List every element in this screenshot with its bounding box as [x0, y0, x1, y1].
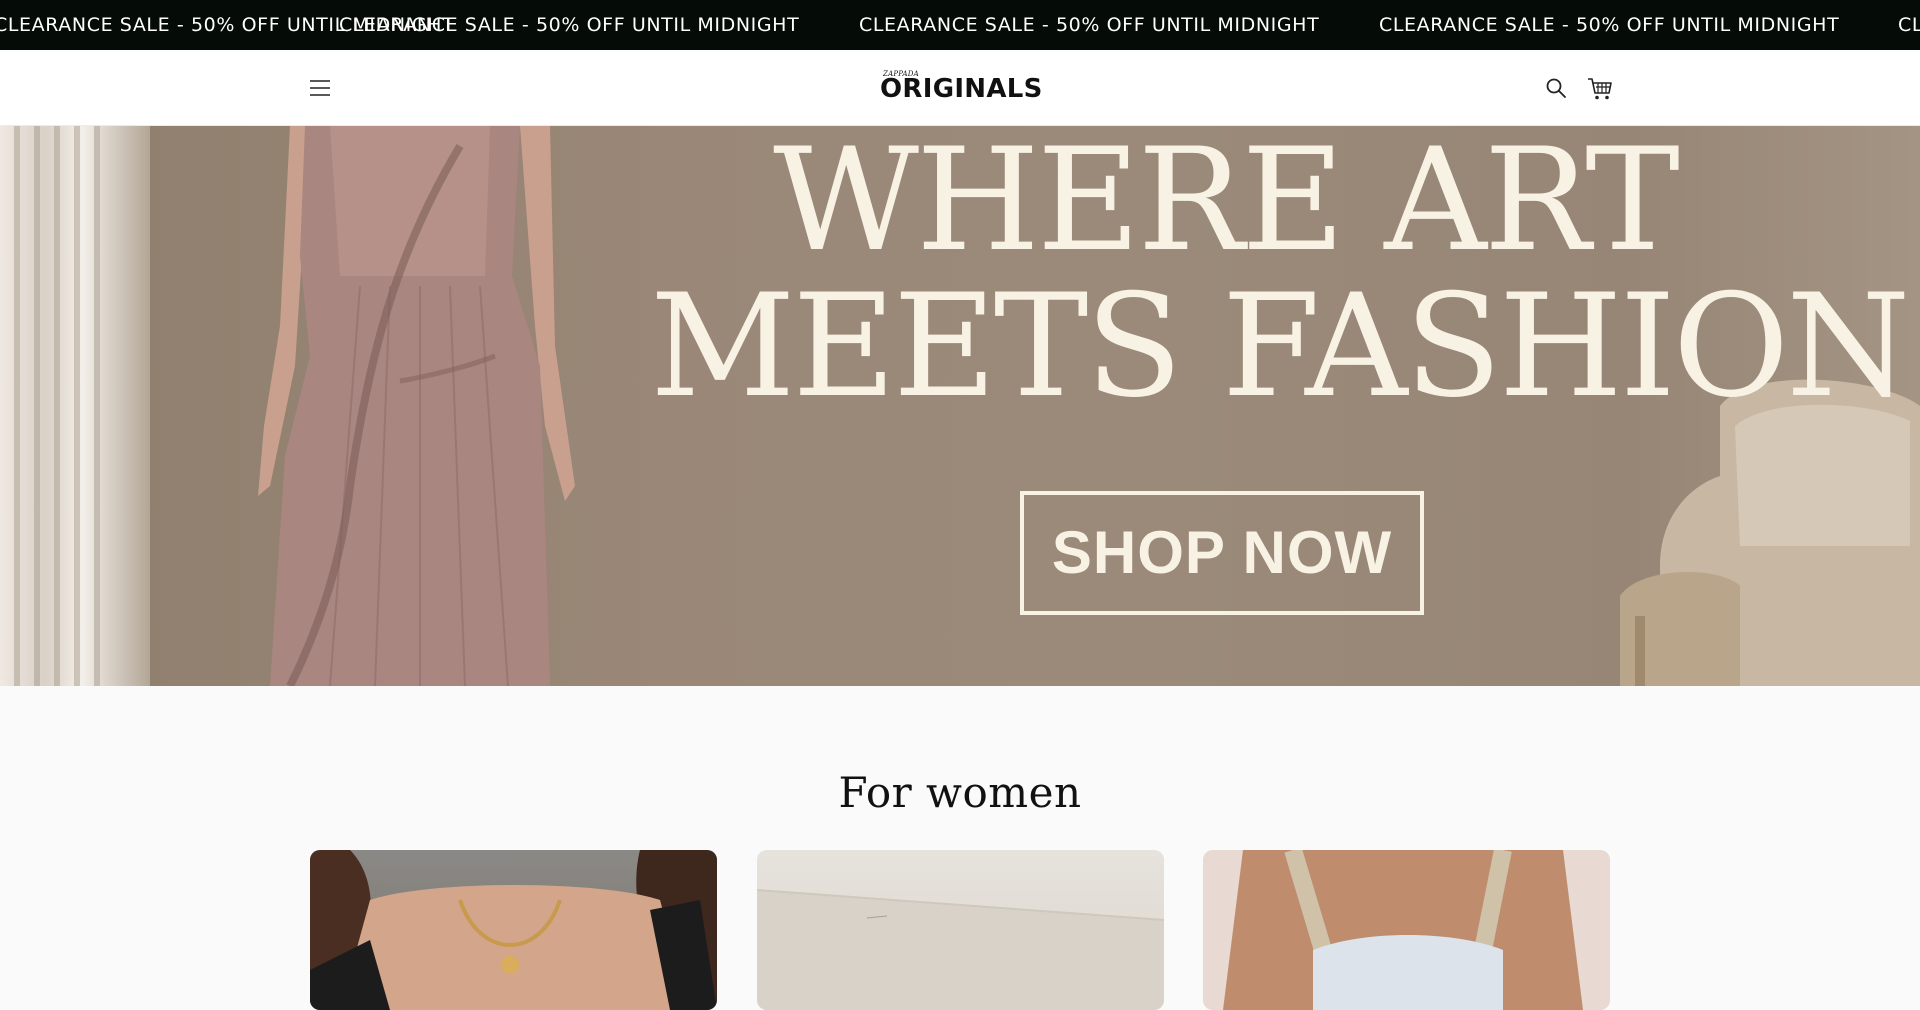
hero-banner[interactable]: WHERE ART MEETS FASHION SHOP NOW	[0, 126, 1920, 686]
hero-headline-line2: MEETS FASHION	[650, 264, 1910, 429]
collection-card-necklace[interactable]	[310, 850, 717, 1010]
site-logo[interactable]: ZAPPADA ORIGINALS	[880, 64, 1042, 112]
announcement-message: CLEARANCE SALE - 50% OFF UNTIL MIDNIGHT	[859, 14, 1320, 36]
hero-column-decoration	[0, 126, 150, 686]
collection-card-bra[interactable]	[1203, 850, 1610, 1010]
hero-model-dress-image	[258, 126, 575, 686]
shop-now-button[interactable]: SHOP NOW	[1020, 491, 1424, 615]
product-image	[1203, 850, 1610, 1010]
logo-wordmark: ORIGINALS	[880, 74, 1043, 104]
site-header: ZAPPADA ORIGINALS	[0, 50, 1920, 126]
cart-icon[interactable]	[1586, 74, 1614, 102]
collection-title: For women	[838, 768, 1082, 817]
product-image	[310, 850, 717, 1010]
announcement-message: CLEARANCE SALE - 50% OFF UNTIL MIDNIGHT	[339, 14, 800, 36]
collection-card-product[interactable]	[757, 850, 1164, 1010]
search-icon[interactable]	[1544, 76, 1568, 100]
hamburger-icon[interactable]	[307, 76, 333, 100]
announcement-bar: CLEARANCE SALE - 50% OFF UNTIL MIDNIGHT …	[0, 0, 1920, 50]
product-image	[757, 889, 1164, 1010]
hero-headline-line1: WHERE ART	[773, 126, 1680, 283]
announcement-message: CLEARANCE SALE - 50% OFF UNTIL MIDNIGHT	[1379, 14, 1840, 36]
announcement-message: CLEARANCE SALE - 50% OFF UNTIL MIDNIGHT	[1898, 14, 1920, 36]
